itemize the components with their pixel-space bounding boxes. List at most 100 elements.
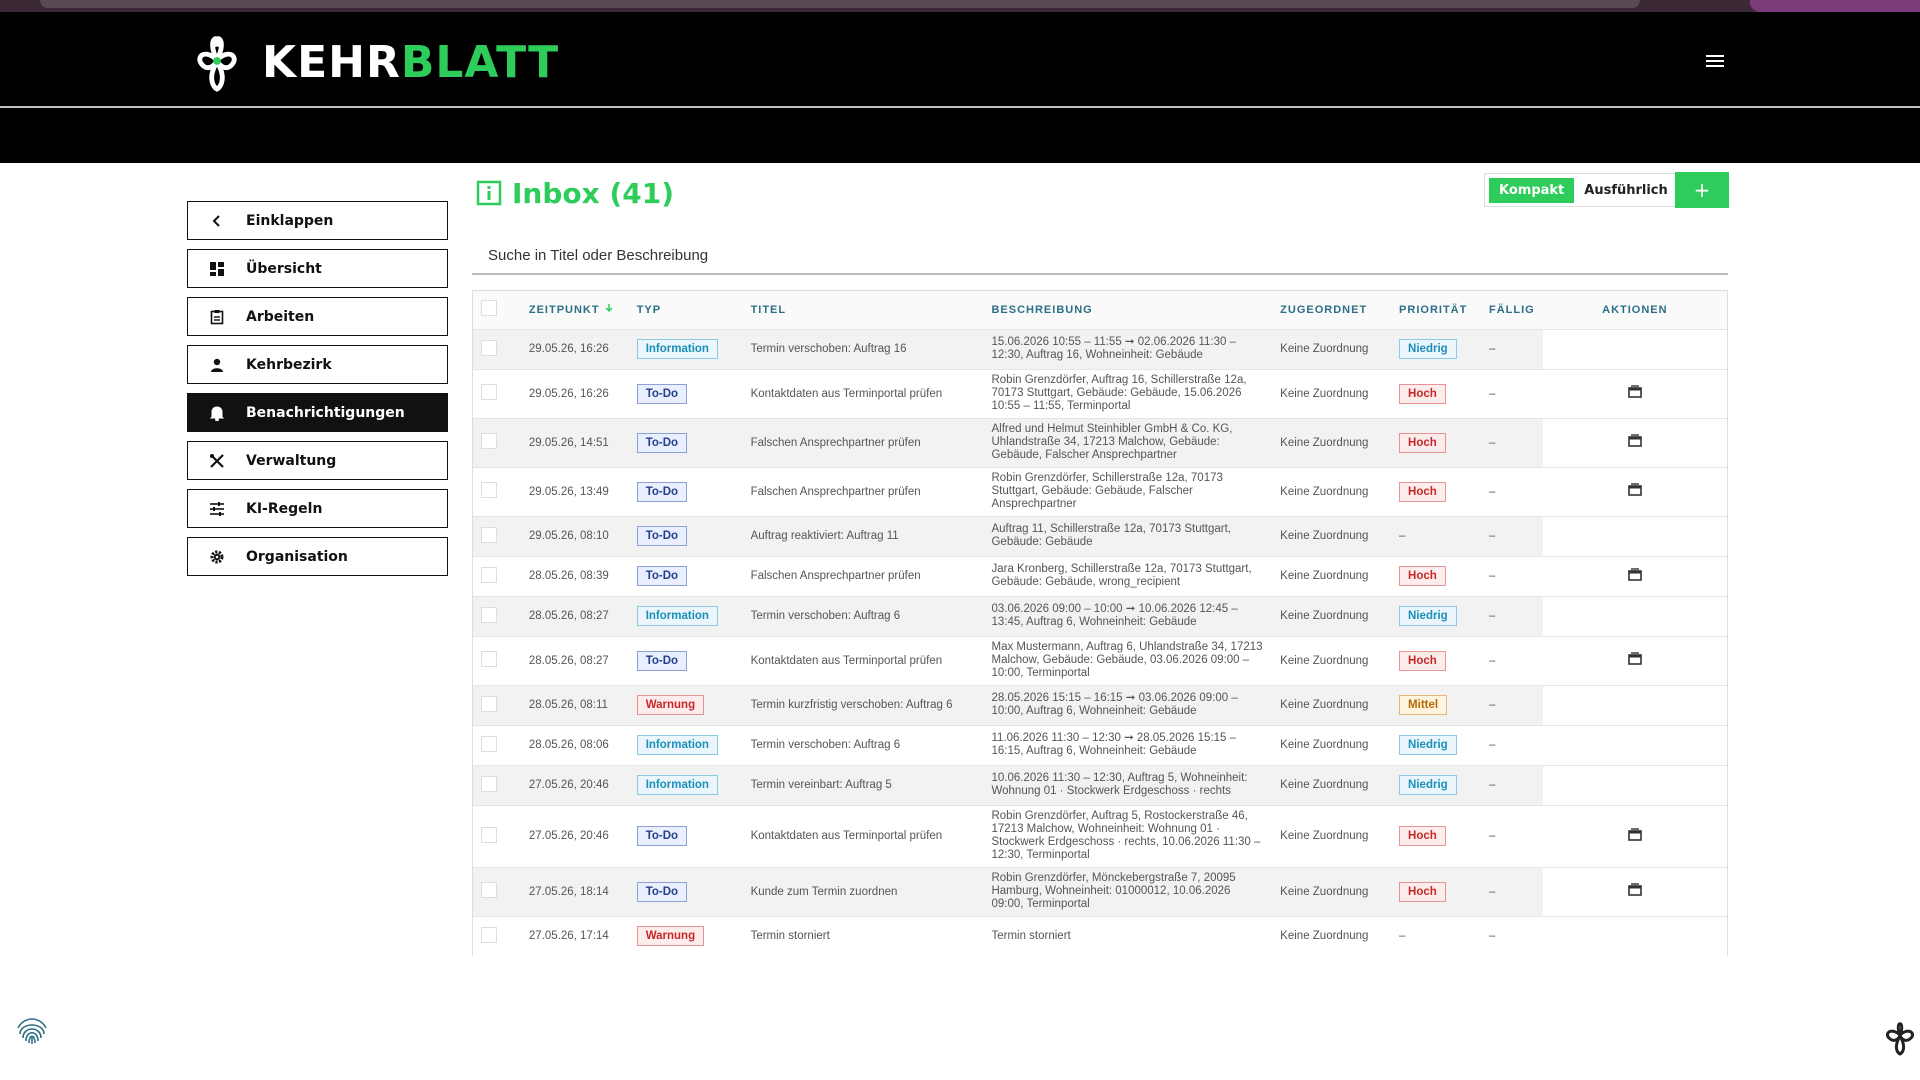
table-row[interactable]: 27.05.26, 20:46 To-Do Kontaktdaten aus T…	[473, 805, 1727, 867]
row-checkbox[interactable]	[481, 606, 497, 623]
time-cell: 29.05.26, 16:26	[528, 343, 609, 355]
title-cell: Kontaktdaten aus Terminportal prüfen	[750, 830, 943, 842]
row-select-cell	[473, 725, 521, 765]
sidebar-item-kehrbezirk[interactable]: Kehrbezirk	[187, 345, 448, 384]
hamburger-menu-icon[interactable]	[1706, 52, 1728, 68]
column-header-prioritaet[interactable]: PRIORITÄT	[1391, 291, 1481, 329]
table-row[interactable]: 29.05.26, 14:51 To-Do Falschen Ansprechp…	[473, 418, 1727, 467]
column-header-titel[interactable]: TITEL	[742, 291, 984, 329]
column-header-zeitpunkt[interactable]: ZEITPUNKT	[520, 291, 629, 329]
description-cell: Robin Grenzdörfer, Auftrag 5, Rostockers…	[991, 810, 1261, 861]
assigned-cell: Keine Zuordnung	[1280, 343, 1369, 355]
table-row[interactable]: 28.05.26, 08:27 Information Termin versc…	[473, 596, 1727, 636]
sidebar-item-benachrichtigungen[interactable]: Benachrichtigungen	[187, 393, 448, 432]
row-checkbox[interactable]	[481, 651, 497, 667]
row-checkbox[interactable]	[481, 339, 497, 356]
open-window-icon[interactable]	[1626, 482, 1644, 498]
type-badge: Warnung	[636, 926, 705, 947]
assigned-cell: Keine Zuordnung	[1280, 610, 1369, 622]
time-cell: 29.05.26, 13:49	[528, 485, 609, 498]
row-checkbox[interactable]	[481, 384, 497, 400]
description-cell: Robin Grenzdörfer, Schillerstraße 12a, 7…	[991, 472, 1223, 510]
time-cell: 28.05.26, 08:39	[528, 570, 609, 582]
row-checkbox[interactable]	[481, 526, 497, 543]
open-window-icon[interactable]	[1626, 567, 1644, 583]
table-row[interactable]: 27.05.26, 20:46 Information Termin verei…	[473, 765, 1727, 805]
assigned-cell: Keine Zuordnung	[1280, 779, 1369, 791]
dashboard-icon	[188, 261, 246, 277]
search-input[interactable]	[472, 237, 1728, 275]
sidebar-item-arbeiten[interactable]: Arbeiten	[187, 297, 448, 336]
view-compact-button[interactable]: Kompakt	[1489, 177, 1575, 203]
open-window-icon[interactable]	[1626, 882, 1644, 898]
row-select-cell	[473, 516, 521, 556]
column-header-typ[interactable]: TYP	[628, 291, 743, 329]
brand-logo[interactable]: KEHRBLATT	[186, 30, 559, 94]
due-cell: –	[1489, 930, 1496, 943]
due-cell: –	[1489, 530, 1496, 542]
sidebar-item-uebersicht[interactable]: Übersicht	[187, 249, 448, 288]
sidebar-item-ki-regeln[interactable]: KI-Regeln	[187, 489, 448, 528]
type-cell: To-Do	[629, 369, 743, 418]
due-cell: –	[1489, 387, 1496, 400]
type-cell: Warnung	[629, 916, 743, 956]
sidebar-item-organisation[interactable]: Organisation	[187, 537, 448, 576]
due-cell: –	[1489, 779, 1496, 791]
brand-name-part2: BLATT	[400, 36, 560, 88]
assigned-cell: Keine Zuordnung	[1280, 930, 1369, 943]
type-cell: Information	[629, 596, 743, 636]
priority-cell: Hoch	[1391, 867, 1481, 916]
table-row[interactable]: 28.05.26, 08:11 Warnung Termin kurzfrist…	[473, 685, 1727, 725]
fingerprint-icon[interactable]	[14, 1012, 50, 1048]
row-checkbox[interactable]	[481, 926, 497, 943]
sidebar-item-verwaltung[interactable]: Verwaltung	[187, 441, 448, 480]
row-checkbox[interactable]	[481, 882, 497, 898]
table-row[interactable]: 28.05.26, 08:27 To-Do Kontaktdaten aus T…	[473, 636, 1727, 685]
time-cell: 29.05.26, 16:26	[528, 387, 609, 400]
open-window-icon[interactable]	[1626, 651, 1644, 667]
assigned-cell: Keine Zuordnung	[1280, 485, 1369, 498]
table-row[interactable]: 29.05.26, 16:26 To-Do Kontaktdaten aus T…	[473, 369, 1727, 418]
add-button[interactable]: +	[1675, 172, 1729, 208]
table-row[interactable]: 28.05.26, 08:06 Information Termin versc…	[473, 725, 1727, 765]
address-bar[interactable]	[40, 0, 1640, 8]
row-checkbox[interactable]	[481, 695, 497, 712]
view-detailed-button[interactable]: Ausführlich	[1574, 178, 1678, 203]
select-all-checkbox[interactable]	[481, 300, 497, 317]
row-checkbox[interactable]	[481, 775, 497, 792]
actions-cell	[1542, 805, 1727, 867]
time-cell: 29.05.26, 08:10	[528, 530, 609, 542]
table-row[interactable]: 29.05.26, 08:10 To-Do Auftrag reaktivier…	[473, 516, 1727, 556]
type-badge: Information	[636, 735, 718, 755]
row-select-cell	[473, 685, 521, 725]
column-header-faellig[interactable]: FÄLLIG	[1481, 291, 1543, 329]
row-checkbox[interactable]	[481, 826, 497, 843]
row-select-cell	[473, 636, 521, 685]
sidebar-item-einklappen[interactable]: Einklappen	[187, 201, 448, 240]
column-header-beschreibung[interactable]: BESCHREIBUNG	[983, 291, 1273, 329]
sidebar: Einklappen Übersicht Arbeiten Kehrbezirk…	[187, 201, 448, 585]
row-checkbox[interactable]	[481, 735, 497, 752]
assigned-cell: Keine Zuordnung	[1280, 830, 1369, 842]
open-window-icon[interactable]	[1626, 384, 1644, 400]
column-header-aktionen: AKTIONEN	[1542, 291, 1727, 329]
table-row[interactable]: 28.05.26, 08:39 To-Do Falschen Ansprechp…	[473, 556, 1727, 596]
clover-corner-icon[interactable]	[1880, 1016, 1920, 1056]
row-checkbox[interactable]	[481, 482, 497, 498]
table-row[interactable]: 29.05.26, 16:26 Information Termin versc…	[473, 329, 1727, 369]
type-cell: Warnung	[629, 685, 743, 725]
column-header-label: ZEITPUNKT	[528, 304, 600, 317]
open-window-icon[interactable]	[1626, 433, 1644, 449]
actions-cell	[1542, 418, 1727, 467]
priority-badge: Hoch	[1399, 566, 1446, 586]
type-cell: Information	[629, 725, 743, 765]
description-cell: 28.05.2026 15:15 – 16:15 ➞ 03.06.2026 09…	[991, 692, 1238, 717]
table-row[interactable]: 29.05.26, 13:49 To-Do Falschen Ansprechp…	[473, 467, 1727, 516]
row-checkbox[interactable]	[481, 566, 497, 583]
table-row[interactable]: 27.05.26, 17:14 Warnung Termin storniert…	[473, 916, 1727, 956]
row-checkbox[interactable]	[481, 433, 497, 449]
open-window-icon[interactable]	[1626, 827, 1644, 843]
column-header-zugeordnet[interactable]: ZUGEORDNET	[1272, 291, 1392, 329]
inbox-table: ZEITPUNKT TYP TITEL BESCHREIBUNG ZUGEORD…	[472, 290, 1728, 956]
table-row[interactable]: 27.05.26, 18:14 To-Do Kunde zum Termin z…	[473, 867, 1727, 916]
